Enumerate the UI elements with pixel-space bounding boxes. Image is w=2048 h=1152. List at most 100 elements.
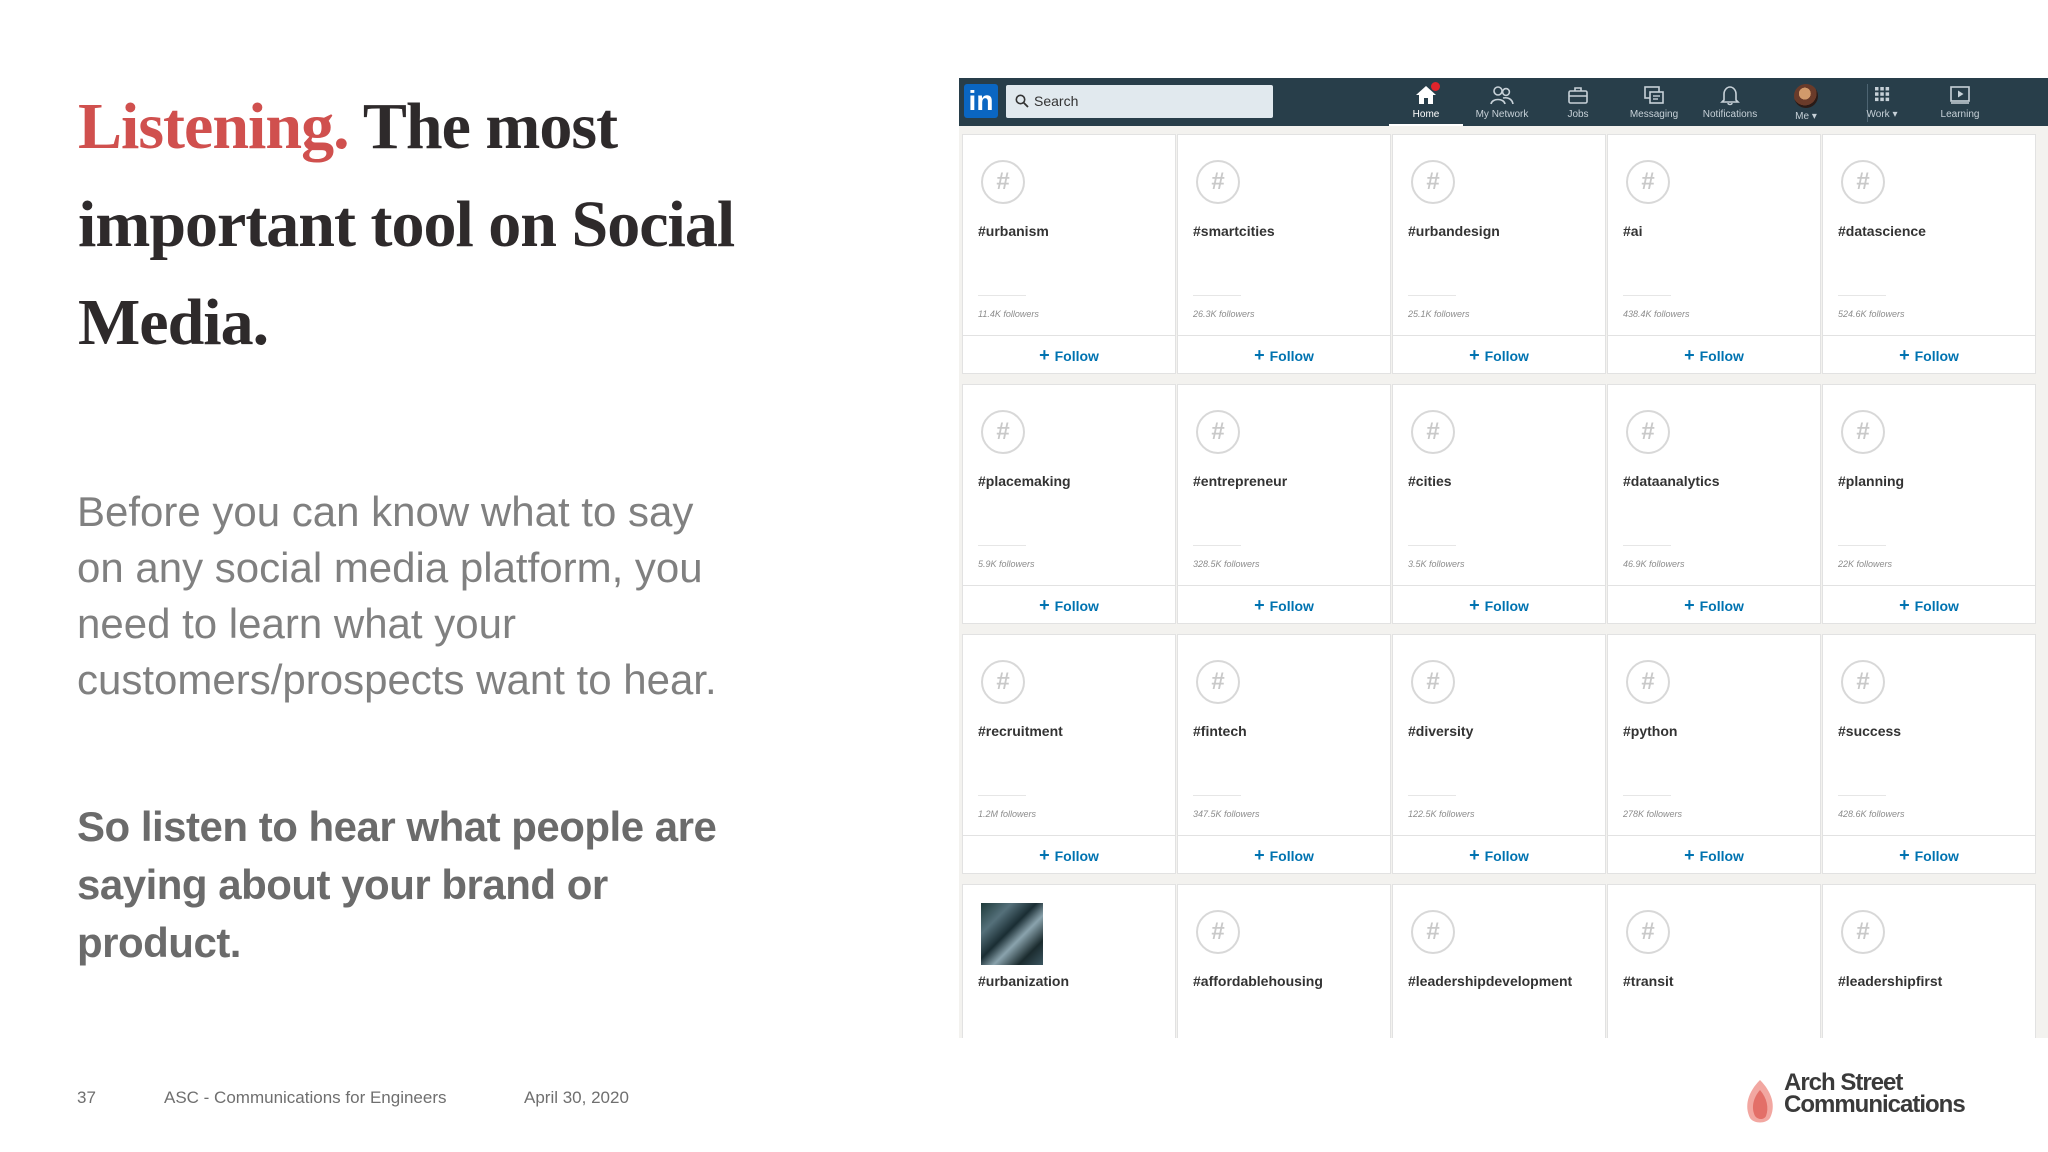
follower-count: 5.9K followers xyxy=(978,559,1035,569)
hashtag-card[interactable]: # #python 278K followers + Follow xyxy=(1607,634,1821,874)
brand-line-2: Communications xyxy=(1784,1091,1966,1118)
hashtag-name[interactable]: #urbanism xyxy=(978,223,1049,239)
hashtag-card[interactable]: # #ai 438.4K followers + Follow xyxy=(1607,134,1821,374)
nav-messaging[interactable]: Messaging xyxy=(1617,82,1691,126)
linkedin-screenshot: in Search Home My Network Jobs Messaging xyxy=(959,78,2048,1038)
follow-button[interactable]: + Follow xyxy=(1393,335,1605,374)
follow-button[interactable]: + Follow xyxy=(963,835,1175,874)
hashtag-icon: # xyxy=(1841,410,1885,454)
hashtag-card[interactable]: # #success 428.6K followers + Follow xyxy=(1822,634,2036,874)
follow-button[interactable]: + Follow xyxy=(1823,585,2035,624)
hashtag-card[interactable]: # #urbandesign 25.1K followers + Follow xyxy=(1392,134,1606,374)
nav-notifications[interactable]: Notifications xyxy=(1693,82,1767,126)
follow-button[interactable]: + Follow xyxy=(1608,835,1820,874)
follow-button[interactable]: + Follow xyxy=(1178,585,1390,624)
hashtag-name[interactable]: #success xyxy=(1838,723,1901,739)
nav-me[interactable]: Me ▾ xyxy=(1769,82,1843,126)
follower-count: 122.5K followers xyxy=(1408,809,1475,819)
search-input[interactable]: Search xyxy=(1006,85,1273,118)
follower-count: 438.4K followers xyxy=(1623,309,1690,319)
hashtag-icon: # xyxy=(1196,160,1240,204)
follow-label: Follow xyxy=(1914,598,1959,614)
network-icon xyxy=(1490,86,1514,105)
hashtag-card[interactable]: # #dataanalytics 46.9K followers + Follow xyxy=(1607,384,1821,624)
follow-button[interactable]: + Follow xyxy=(1823,835,2035,874)
follow-button[interactable]: + Follow xyxy=(1178,835,1390,874)
chevron-down-icon: ▾ xyxy=(1892,109,1898,120)
follow-button[interactable]: + Follow xyxy=(1823,335,2035,374)
hashtag-icon: # xyxy=(1196,410,1240,454)
hashtag-card[interactable]: # #leadershipdevelopment xyxy=(1392,884,1606,1038)
hashtag-card[interactable]: # #entrepreneur 328.5K followers + Follow xyxy=(1177,384,1391,624)
follow-button[interactable]: + Follow xyxy=(1178,335,1390,374)
title-accent: Listening. xyxy=(78,90,350,163)
hashtag-card[interactable]: # #planning 22K followers + Follow xyxy=(1822,384,2036,624)
nav-label: Home xyxy=(1412,109,1440,120)
follower-count: 278K followers xyxy=(1623,809,1683,819)
emphasis-paragraph: So listen to hear what people are saying… xyxy=(77,803,717,966)
nav-label: Learning xyxy=(1940,109,1980,120)
hashtag-name[interactable]: #leadershipfirst xyxy=(1838,973,1942,989)
card-divider xyxy=(978,295,1026,296)
follow-button[interactable]: + Follow xyxy=(963,585,1175,624)
plus-icon: + xyxy=(1469,595,1480,615)
follow-label: Follow xyxy=(1269,348,1314,364)
follow-button[interactable]: + Follow xyxy=(1393,585,1605,624)
hashtag-card[interactable]: # #leadershipfirst xyxy=(1822,884,2036,1038)
follow-button[interactable]: + Follow xyxy=(963,335,1175,374)
linkedin-logo[interactable]: in xyxy=(964,84,998,118)
card-divider xyxy=(1408,795,1456,796)
nav-me-label-wrap: Me ▾ xyxy=(1769,110,1843,124)
chevron-down-icon: ▾ xyxy=(1811,111,1817,122)
hashtag-card[interactable]: # #diversity 122.5K followers + Follow xyxy=(1392,634,1606,874)
hashtag-name[interactable]: #affordablehousing xyxy=(1193,973,1323,989)
hashtag-icon: # xyxy=(981,660,1025,704)
hashtag-icon: # xyxy=(1626,410,1670,454)
hashtag-card[interactable]: # #affordablehousing xyxy=(1177,884,1391,1038)
hashtag-name[interactable]: #diversity xyxy=(1408,723,1473,739)
hashtag-name[interactable]: #urbandesign xyxy=(1408,223,1500,239)
hashtag-card[interactable]: # #placemaking 5.9K followers + Follow xyxy=(962,384,1176,624)
hashtag-name[interactable]: #recruitment xyxy=(978,723,1063,739)
hashtag-name[interactable]: #ai xyxy=(1623,223,1642,239)
hashtag-card[interactable]: # #transit xyxy=(1607,884,1821,1038)
avatar xyxy=(1794,84,1818,108)
hashtag-icon: # xyxy=(1196,910,1240,954)
hashtag-name[interactable]: #fintech xyxy=(1193,723,1247,739)
hashtag-name[interactable]: #planning xyxy=(1838,473,1904,489)
follow-button[interactable]: + Follow xyxy=(1608,585,1820,624)
follow-button[interactable]: + Follow xyxy=(1393,835,1605,874)
hashtag-name[interactable]: #leadershipdevelopment xyxy=(1408,973,1572,989)
follower-count: 26.3K followers xyxy=(1193,309,1255,319)
plus-icon: + xyxy=(1684,845,1695,865)
hashtag-card[interactable]: #urbanization xyxy=(962,884,1176,1038)
hashtag-card[interactable]: # #cities 3.5K followers + Follow xyxy=(1392,384,1606,624)
hashtag-name[interactable]: #placemaking xyxy=(978,473,1071,489)
hashtag-icon: # xyxy=(1411,660,1455,704)
hashtag-name[interactable]: #dataanalytics xyxy=(1623,473,1720,489)
hashtag-name[interactable]: #datascience xyxy=(1838,223,1926,239)
hashtag-name[interactable]: #python xyxy=(1623,723,1677,739)
nav-my-network[interactable]: My Network xyxy=(1465,82,1539,126)
follower-count: 524.6K followers xyxy=(1838,309,1905,319)
nav-work[interactable]: Work ▾ xyxy=(1845,82,1919,126)
hashtag-name[interactable]: #urbanization xyxy=(978,973,1069,989)
hashtag-card[interactable]: # #recruitment 1.2M followers + Follow xyxy=(962,634,1176,874)
linkedin-navbar: in Search Home My Network Jobs Messaging xyxy=(959,78,2048,126)
hashtag-name[interactable]: #transit xyxy=(1623,973,1674,989)
plus-icon: + xyxy=(1039,845,1050,865)
hashtag-name[interactable]: #cities xyxy=(1408,473,1452,489)
hashtag-name[interactable]: #entrepreneur xyxy=(1193,473,1287,489)
nav-learning[interactable]: Learning xyxy=(1923,82,1997,126)
hashtag-name[interactable]: #smartcities xyxy=(1193,223,1275,239)
hashtag-card[interactable]: # #urbanism 11.4K followers + Follow xyxy=(962,134,1176,374)
nav-home[interactable]: Home xyxy=(1389,82,1463,126)
hashtag-card[interactable]: # #smartcities 26.3K followers + Follow xyxy=(1177,134,1391,374)
follow-button[interactable]: + Follow xyxy=(1608,335,1820,374)
hashtag-icon: # xyxy=(1626,660,1670,704)
hashtag-card[interactable]: # #fintech 347.5K followers + Follow xyxy=(1177,634,1391,874)
footer-date: April 30, 2020 xyxy=(524,1088,629,1107)
hashtag-card[interactable]: # #datascience 524.6K followers + Follow xyxy=(1822,134,2036,374)
hashtag-row: # #placemaking 5.9K followers + Follow # #entr… xyxy=(962,384,2048,627)
nav-jobs[interactable]: Jobs xyxy=(1541,82,1615,126)
